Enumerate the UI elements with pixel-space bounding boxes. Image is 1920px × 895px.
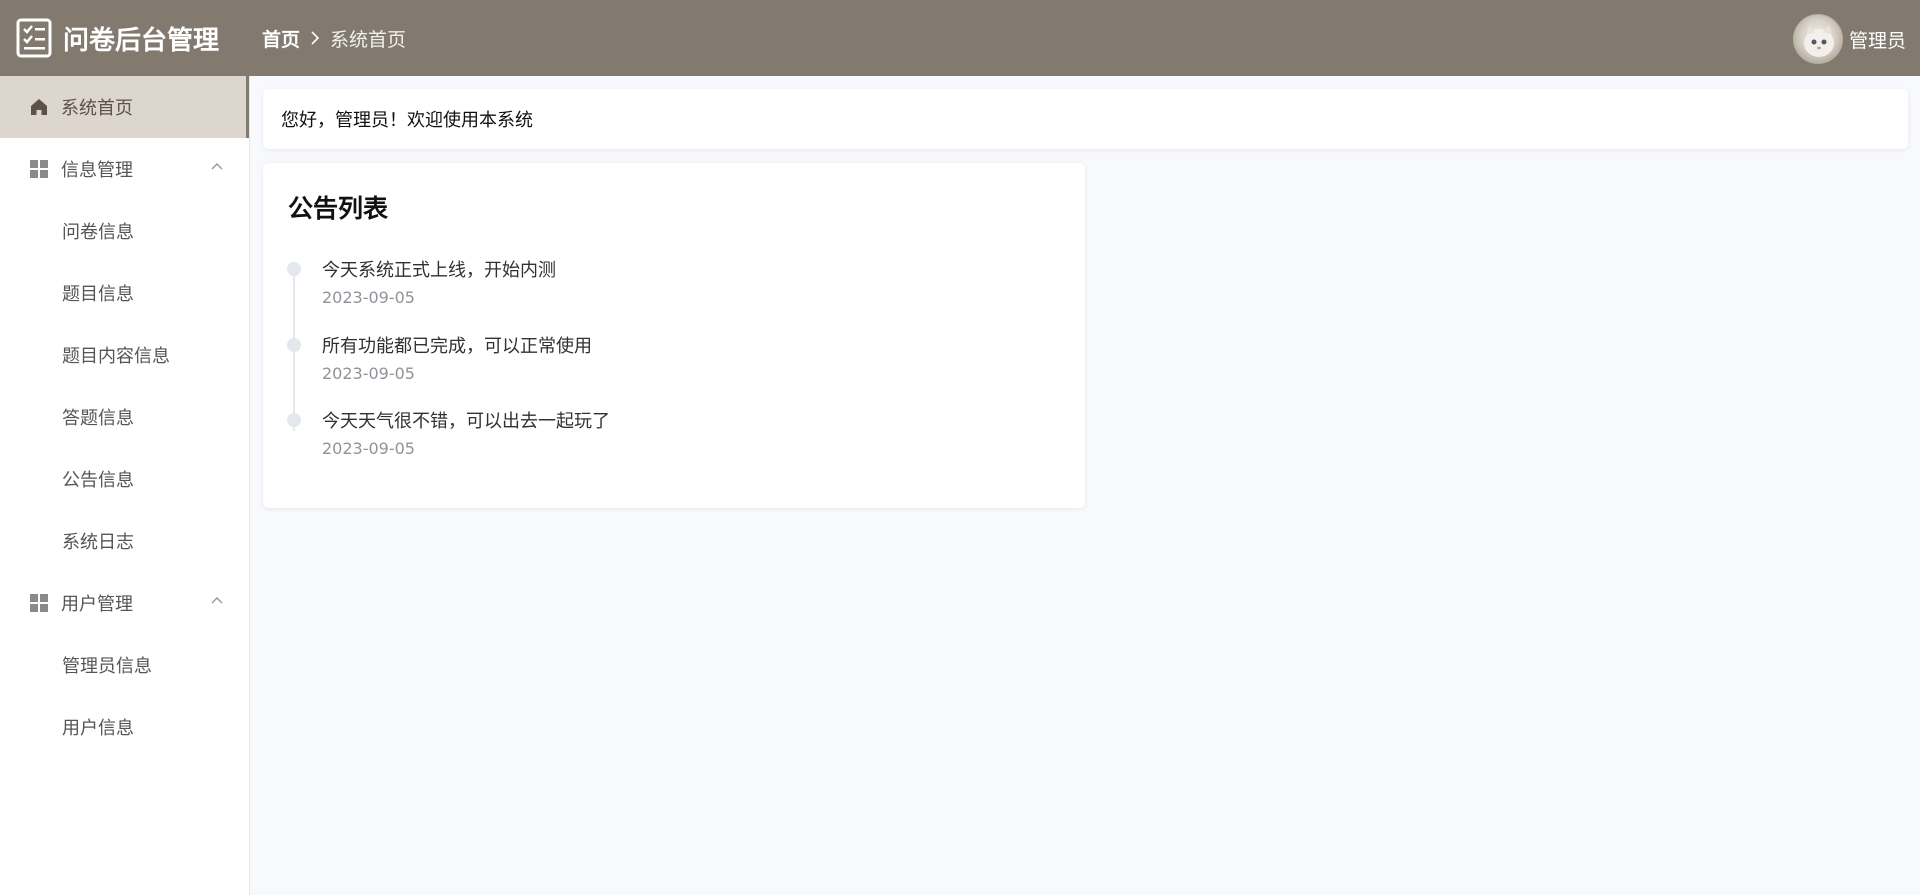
notice-date: 2023-09-05 bbox=[322, 288, 415, 307]
sidebar-group-label: 用户管理 bbox=[61, 594, 133, 615]
top-header: 问卷后台管理 首页 系统首页 管理员 bbox=[0, 0, 1920, 76]
sidebar-item-label: 系统首页 bbox=[61, 98, 133, 119]
timeline-dot bbox=[287, 413, 301, 427]
chevron-right-icon bbox=[311, 31, 320, 45]
timeline-dot bbox=[287, 262, 301, 276]
notice-content: 今天系统正式上线，开始内测 bbox=[322, 260, 556, 281]
breadcrumb-current: 系统首页 bbox=[330, 28, 407, 51]
sidebar-item-label: 用户信息 bbox=[62, 718, 134, 739]
sidebar-item-label: 题目内容信息 bbox=[62, 346, 170, 367]
sidebar-item-home[interactable]: 系统首页 bbox=[0, 76, 249, 138]
timeline-dot bbox=[287, 338, 301, 352]
sidebar: 系统首页 信息管理 问卷信息 题目信息 题目内容信息 答题信息 公告信息 系统日… bbox=[0, 76, 250, 895]
avatar[interactable] bbox=[1792, 14, 1843, 64]
sidebar-item-label: 系统日志 bbox=[62, 532, 134, 553]
sidebar-item-questionnaire[interactable]: 问卷信息 bbox=[0, 200, 249, 262]
cat-avatar-icon bbox=[1803, 25, 1834, 57]
breadcrumb-home[interactable]: 首页 bbox=[262, 25, 300, 52]
sidebar-item-question[interactable]: 题目信息 bbox=[0, 262, 249, 324]
sidebar-item-label: 答题信息 bbox=[62, 408, 134, 429]
welcome-card: 您好，管理员！欢迎使用本系统 bbox=[263, 89, 1908, 149]
notice-timeline: 今天系统正式上线，开始内测 2023-09-05 所有功能都已完成，可以正常使用… bbox=[263, 163, 1085, 508]
logo[interactable]: 问卷后台管理 bbox=[0, 17, 262, 59]
user-menu[interactable]: 管理员 bbox=[1792, 14, 1906, 64]
sidebar-group-label: 信息管理 bbox=[61, 160, 133, 181]
sidebar-group-info-management[interactable]: 信息管理 bbox=[0, 138, 249, 200]
sidebar-item-answer[interactable]: 答题信息 bbox=[0, 386, 249, 448]
sidebar-item-label: 题目信息 bbox=[62, 284, 134, 305]
notice-date: 2023-09-05 bbox=[322, 364, 415, 383]
sidebar-item-notice[interactable]: 公告信息 bbox=[0, 448, 249, 510]
sidebar-group-user-management[interactable]: 用户管理 bbox=[0, 572, 249, 634]
notice-date: 2023-09-05 bbox=[322, 439, 415, 458]
sidebar-item-question-content[interactable]: 题目内容信息 bbox=[0, 324, 249, 386]
sidebar-item-admin[interactable]: 管理员信息 bbox=[0, 634, 249, 696]
welcome-text: 您好，管理员！欢迎使用本系统 bbox=[281, 110, 533, 131]
notice-card: 公告列表 今天系统正式上线，开始内测 2023-09-05 所有功能都已完成，可… bbox=[263, 163, 1085, 508]
chevron-up-icon bbox=[211, 163, 223, 170]
timeline-item: 今天系统正式上线，开始内测 2023-09-05 bbox=[263, 256, 1085, 326]
breadcrumb: 首页 系统首页 bbox=[262, 25, 406, 52]
home-icon bbox=[31, 99, 47, 115]
chevron-up-icon bbox=[211, 597, 223, 604]
app-title: 问卷后台管理 bbox=[63, 25, 220, 56]
questionnaire-logo-icon bbox=[16, 18, 52, 58]
sidebar-item-system-log[interactable]: 系统日志 bbox=[0, 510, 249, 572]
sidebar-item-user[interactable]: 用户信息 bbox=[0, 696, 249, 758]
notice-content: 所有功能都已完成，可以正常使用 bbox=[322, 336, 592, 357]
user-name[interactable]: 管理员 bbox=[1849, 26, 1906, 53]
notice-content: 今天天气很不错，可以出去一起玩了 bbox=[322, 411, 610, 432]
grid-icon bbox=[30, 160, 48, 178]
sidebar-item-label: 问卷信息 bbox=[62, 222, 134, 243]
timeline-item: 今天天气很不错，可以出去一起玩了 2023-09-05 bbox=[263, 407, 1085, 477]
grid-icon bbox=[30, 594, 48, 612]
sidebar-item-label: 公告信息 bbox=[62, 470, 134, 491]
timeline-item: 所有功能都已完成，可以正常使用 2023-09-05 bbox=[263, 332, 1085, 402]
sidebar-item-label: 管理员信息 bbox=[62, 656, 152, 677]
